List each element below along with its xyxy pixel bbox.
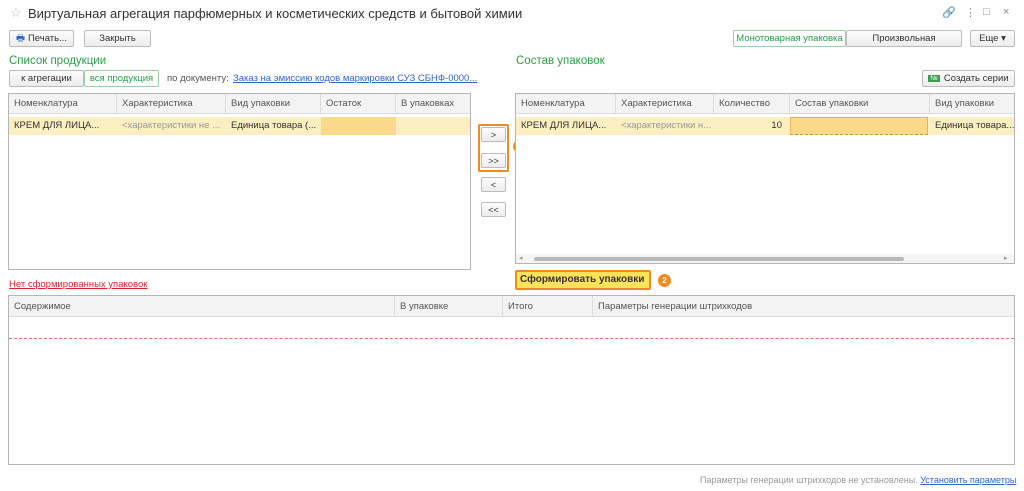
col-pack-composition[interactable]: Состав упаковки [790, 94, 930, 114]
create-series-button[interactable]: № Создать серии [922, 70, 1015, 87]
col-nomenclature[interactable]: Номенклатура [516, 94, 616, 114]
no-packs-link[interactable]: Нет сформированных упаковок [9, 279, 147, 290]
set-params-link[interactable]: Установить параметры [920, 475, 1016, 485]
row-pack-type: Единица товара (... [231, 120, 317, 131]
row-in-packs [396, 117, 470, 135]
filter-all-products-button[interactable]: вся продукция [84, 70, 159, 87]
row-pack-composition-input[interactable] [790, 117, 928, 135]
printer-icon: 🖶 [15, 32, 25, 44]
page-title: Виртуальная агрегация парфюмерных и косм… [28, 6, 523, 21]
packs-tree-table: Содержимое В упаковке Итого Параметры ге… [8, 295, 1015, 465]
products-table: Номенклатура Характеристика Вид упаковки… [8, 93, 471, 270]
document-link[interactable]: Заказ на эмиссию кодов маркировки СУЗ СБ… [233, 73, 477, 84]
print-button-label: Печать... [27, 33, 67, 44]
create-series-label: Создать серии [943, 73, 1009, 84]
products-table-header: Номенклатура Характеристика Вид упаковки… [9, 94, 470, 114]
row-remainder[interactable] [321, 117, 396, 135]
col-in-pack[interactable]: В упаковке [395, 296, 503, 317]
mono-pack-toggle[interactable]: Монотоварная упаковка [733, 30, 846, 47]
col-nomenclature[interactable]: Номенклатура [9, 94, 117, 114]
packs-composition-title: Состав упаковок [516, 55, 605, 67]
series-icon: № [928, 75, 940, 82]
packs-table: Номенклатура Характеристика Количество С… [515, 93, 1015, 264]
horizontal-scrollbar[interactable]: ◂ ▸ [516, 254, 1014, 263]
row-characteristic: <характеристики н... [621, 120, 712, 131]
step-badge-2: 2 [658, 274, 671, 287]
col-pack-type[interactable]: Вид упаковки [930, 94, 1014, 114]
favorite-star-icon[interactable]: ☆ [10, 5, 22, 21]
by-document-label: по документу: [167, 73, 229, 84]
table-row[interactable]: КРЕМ ДЛЯ ЛИЦА... <характеристики не ... … [9, 117, 470, 135]
link-icon[interactable]: 🔗 [942, 6, 956, 19]
move-one-button[interactable]: > [481, 127, 506, 142]
col-in-packs[interactable]: В упаковках [396, 94, 470, 114]
col-total[interactable]: Итого [503, 296, 593, 317]
back-all-button[interactable]: << [481, 202, 506, 217]
scroll-left-icon[interactable]: ◂ [519, 254, 523, 262]
form-packs-button[interactable]: Сформировать упаковки [520, 274, 644, 285]
col-contents[interactable]: Содержимое [9, 296, 395, 317]
move-all-button[interactable]: >> [481, 153, 506, 168]
col-characteristic[interactable]: Характеристика [117, 94, 226, 114]
maximize-icon[interactable]: □ [983, 6, 990, 18]
col-barcode-params[interactable]: Параметры генерации штрихкодов [593, 296, 1014, 317]
close-icon[interactable]: × [1003, 6, 1009, 18]
col-remainder[interactable]: Остаток [321, 94, 396, 114]
row-pack-type: Единица товара... [935, 120, 1015, 131]
scroll-right-icon[interactable]: ▸ [1004, 254, 1008, 262]
empty-row-separator [9, 338, 1014, 339]
close-button[interactable]: Закрыть [84, 30, 151, 47]
col-pack-type[interactable]: Вид упаковки [226, 94, 321, 114]
packs-tree-header: Содержимое В упаковке Итого Параметры ге… [9, 296, 1014, 317]
scrollbar-thumb[interactable] [534, 257, 904, 261]
row-nomenclature: КРЕМ ДЛЯ ЛИЦА... [521, 120, 607, 131]
row-nomenclature: КРЕМ ДЛЯ ЛИЦА... [14, 120, 100, 131]
col-quantity[interactable]: Количество [714, 94, 790, 114]
col-characteristic[interactable]: Характеристика [616, 94, 714, 114]
filter-aggregation-button[interactable]: к агрегации [9, 70, 84, 87]
arbitrary-pack-toggle[interactable]: Произвольная [846, 30, 962, 47]
more-menu-icon[interactable]: ⋮ [965, 6, 976, 19]
table-row[interactable]: КРЕМ ДЛЯ ЛИЦА... <характеристики н... 10… [516, 117, 1015, 135]
footer-status-text: Параметры генерации штрихкодов не устано… [700, 475, 918, 485]
packs-table-header: Номенклатура Характеристика Количество С… [516, 94, 1014, 114]
row-characteristic: <характеристики не ... [122, 120, 221, 131]
more-button[interactable]: Еще ▾ [970, 30, 1015, 47]
row-quantity: 10 [771, 120, 782, 131]
back-one-button[interactable]: < [481, 177, 506, 192]
products-list-title: Список продукции [9, 55, 107, 67]
footer-status: Параметры генерации штрихкодов не устано… [700, 475, 1016, 485]
print-button[interactable]: 🖶 Печать... [9, 30, 74, 47]
